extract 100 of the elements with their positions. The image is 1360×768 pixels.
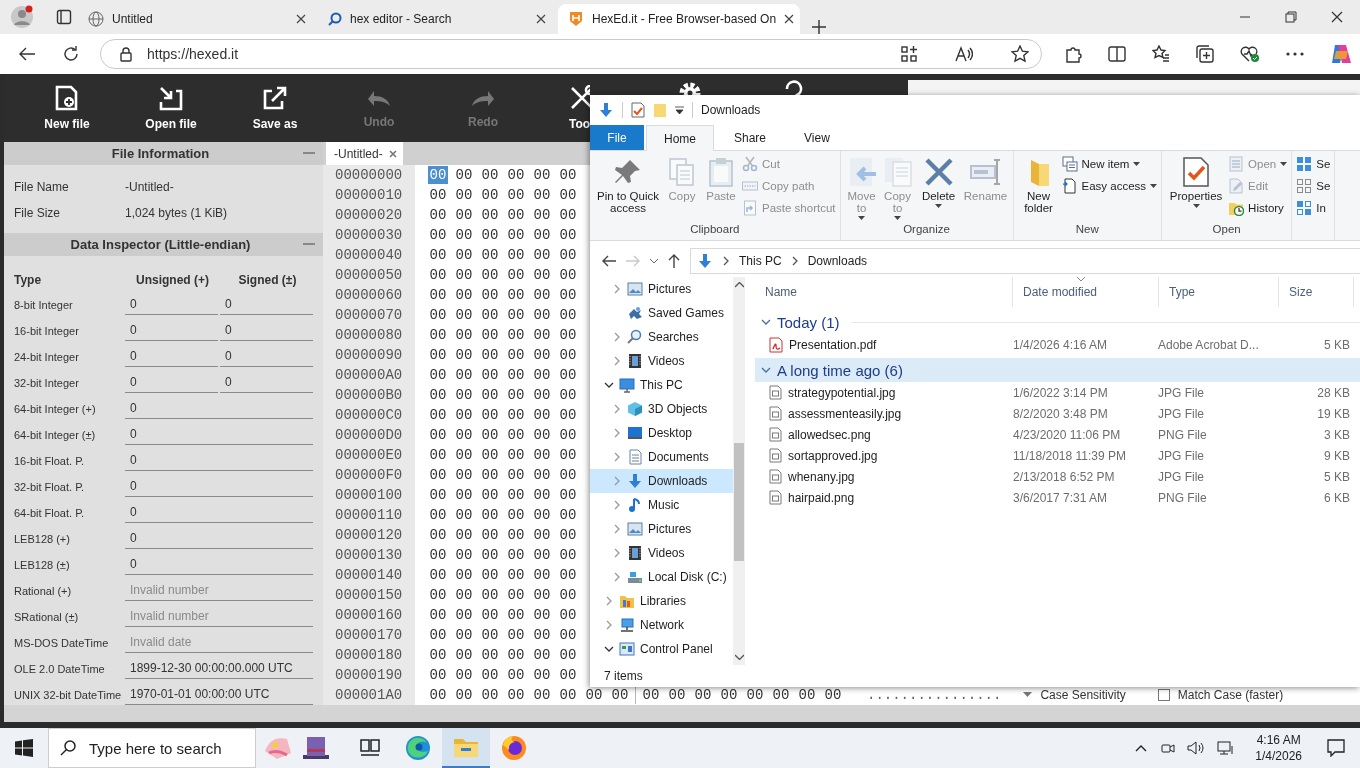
hex-byte[interactable]: 00 <box>558 586 578 604</box>
split-screen-icon[interactable] <box>1108 45 1126 63</box>
document-tab[interactable]: -Untitled- <box>326 142 403 165</box>
section-header[interactable]: Data Inspector (Little-endian) <box>4 233 323 256</box>
hex-byte[interactable]: 00 <box>532 246 552 264</box>
column-header[interactable]: Type <box>1159 277 1279 307</box>
dropdown[interactable]: Case Sensitivity <box>1023 688 1126 702</box>
extensions-icon[interactable] <box>1064 45 1082 63</box>
hex-byte[interactable]: 00 <box>454 526 474 544</box>
tab-actions-icon[interactable] <box>56 9 72 25</box>
hex-byte[interactable]: 00 <box>454 286 474 304</box>
ribbon-button[interactable]: Properties <box>1166 154 1227 223</box>
hex-byte[interactable]: 00 <box>428 666 448 684</box>
hex-byte[interactable]: 00 <box>506 326 526 344</box>
hex-byte[interactable]: 00 <box>532 446 552 464</box>
nav-item[interactable]: Libraries <box>590 589 733 613</box>
hex-byte[interactable]: 00 <box>584 686 604 704</box>
hex-byte[interactable]: 00 <box>797 686 817 704</box>
file-name[interactable]: assessmenteasily.jpg <box>788 406 902 421</box>
hex-byte[interactable]: 00 <box>558 506 578 524</box>
hex-byte[interactable]: 00 <box>454 226 474 244</box>
hex-byte[interactable]: 00 <box>480 306 500 324</box>
hex-byte[interactable]: 00 <box>532 346 552 364</box>
hex-byte[interactable]: 00 <box>454 466 474 484</box>
heart-icon[interactable] <box>1240 45 1260 63</box>
back-icon[interactable] <box>18 46 36 62</box>
hex-byte[interactable]: 00 <box>454 426 474 444</box>
hex-byte[interactable]: 00 <box>506 566 526 584</box>
clock[interactable]: 4:16 AM 1/4/2026 <box>1255 732 1302 764</box>
hex-byte[interactable]: 00 <box>480 686 500 704</box>
hex-byte[interactable]: 00 <box>532 206 552 224</box>
hex-byte[interactable]: 00 <box>454 646 474 664</box>
hex-byte[interactable]: 00 <box>480 206 500 224</box>
network-icon[interactable] <box>1217 740 1236 756</box>
hex-byte[interactable]: 00 <box>454 506 474 524</box>
search-field[interactable]: Type here to search <box>48 728 256 768</box>
file-name[interactable]: whenany.jpg <box>788 469 855 484</box>
gear-icon[interactable] <box>677 80 703 95</box>
hex-byte[interactable]: 00 <box>454 546 474 564</box>
value-field[interactable]: 0 <box>125 477 313 497</box>
hex-byte[interactable]: 00 <box>428 486 448 504</box>
hex-byte[interactable]: 00 <box>428 606 448 624</box>
hex-byte[interactable]: 00 <box>428 246 448 264</box>
chevron-icon[interactable] <box>761 365 771 375</box>
hex-byte[interactable]: 00 <box>454 306 474 324</box>
hex-byte[interactable]: 00 <box>558 566 578 584</box>
nav-item[interactable]: Videos <box>590 349 733 373</box>
hex-byte[interactable]: 00 <box>506 366 526 384</box>
hex-byte[interactable]: 00 <box>480 246 500 264</box>
refresh-icon[interactable] <box>62 45 80 63</box>
hex-byte[interactable]: 00 <box>558 286 578 304</box>
hex-byte[interactable]: 00 <box>771 686 791 704</box>
nav-item[interactable]: Videos <box>590 541 733 565</box>
hex-byte[interactable]: 00 <box>480 366 500 384</box>
hex-byte[interactable]: 00 <box>558 446 578 464</box>
hex-byte[interactable]: 00 <box>428 626 448 644</box>
hex-byte[interactable]: 00 <box>428 286 448 304</box>
hex-byte[interactable]: 00 <box>506 586 526 604</box>
value-field[interactable]: 0 <box>125 529 313 549</box>
file-name[interactable]: strategypotential.jpg <box>788 385 896 400</box>
browser-tab[interactable]: HexEd.it - Free Browser-based On <box>558 4 800 34</box>
hex-byte[interactable]: 00 <box>558 206 578 224</box>
hex-byte[interactable]: 00 <box>506 226 526 244</box>
expander-icon[interactable] <box>604 644 614 654</box>
hex-byte[interactable]: 00 <box>428 386 448 404</box>
hex-byte[interactable]: 00 <box>454 666 474 684</box>
hex-byte[interactable]: 00 <box>532 366 552 384</box>
hex-byte[interactable]: 00 <box>506 406 526 424</box>
checkbox[interactable]: Match Case (faster) <box>1157 688 1284 702</box>
hex-byte[interactable]: 00 <box>454 166 474 184</box>
hex-byte[interactable]: 00 <box>428 686 448 704</box>
hex-byte[interactable]: 00 <box>558 466 578 484</box>
hex-byte[interactable]: 00 <box>558 346 578 364</box>
group-header[interactable]: Today (1) <box>755 310 1360 334</box>
hex-byte[interactable]: 00 <box>558 526 578 544</box>
hex-byte[interactable]: 00 <box>480 226 500 244</box>
hex-byte[interactable]: 00 <box>558 426 578 444</box>
hex-byte[interactable]: 00 <box>532 506 552 524</box>
hex-byte[interactable]: 00 <box>558 226 578 244</box>
scrollbar[interactable] <box>733 277 745 665</box>
hex-byte[interactable]: 00 <box>454 486 474 504</box>
hex-byte[interactable]: 00 <box>428 266 448 284</box>
section-header[interactable]: File Information <box>4 142 323 165</box>
notifications-icon[interactable] <box>1327 739 1345 757</box>
hex-byte[interactable]: 00 <box>532 586 552 604</box>
restore-icon[interactable] <box>1285 11 1297 23</box>
ribbon-button[interactable]: New folder <box>1017 154 1060 223</box>
hex-byte[interactable]: 00 <box>532 646 552 664</box>
hex-byte[interactable]: 00 <box>532 566 552 584</box>
hex-byte[interactable]: 00 <box>532 186 552 204</box>
hex-byte[interactable]: 00 <box>719 686 739 704</box>
toolbar-button[interactable]: Save as <box>223 74 327 142</box>
hex-byte[interactable]: 00 <box>558 306 578 324</box>
hex-byte[interactable]: 00 <box>480 586 500 604</box>
hex-byte[interactable]: 00 <box>428 526 448 544</box>
hex-byte[interactable]: 00 <box>454 206 474 224</box>
hex-byte[interactable]: 00 <box>454 686 474 704</box>
value-field[interactable]: 0 <box>125 503 313 523</box>
close-icon[interactable] <box>1331 11 1343 23</box>
value-field[interactable]: 0 <box>220 373 313 393</box>
